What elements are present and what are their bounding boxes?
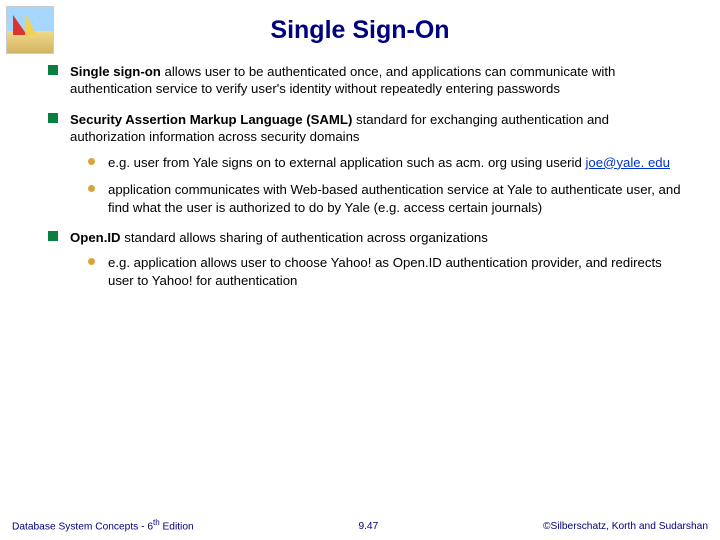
text: standard allows sharing of authenticatio…: [121, 230, 488, 245]
footer-left: Database System Concepts - 6th Edition: [12, 518, 194, 532]
footer-copyright: ©Silberschatz, Korth and Sudarshan: [543, 521, 708, 532]
term-sso: Single sign-on: [70, 64, 161, 79]
sailboat-logo-icon: [6, 6, 54, 54]
sub-bullet-communicates: application communicates with Web-based …: [88, 181, 686, 216]
term-openid: Open.ID: [70, 230, 121, 245]
slide-footer: Database System Concepts - 6th Edition 9…: [0, 518, 720, 532]
bullet-openid: Open.ID standard allows sharing of authe…: [48, 229, 686, 289]
text: e.g. user from Yale signs on to external…: [108, 155, 585, 170]
sub-bullet-yahoo-example: e.g. application allows user to choose Y…: [88, 254, 686, 289]
term-saml: Security Assertion Markup Language (SAML…: [70, 112, 352, 127]
sub-bullet-yale-example: e.g. user from Yale signs on to external…: [88, 154, 686, 171]
slide-title: Single Sign-On: [0, 0, 720, 63]
bullet-saml: Security Assertion Markup Language (SAML…: [48, 111, 686, 216]
slide-body: Single sign-on allows user to be authent…: [0, 63, 720, 289]
email-link[interactable]: joe@yale. edu: [585, 155, 670, 170]
footer-page-number: 9.47: [358, 521, 378, 532]
bullet-sso: Single sign-on allows user to be authent…: [48, 63, 686, 98]
